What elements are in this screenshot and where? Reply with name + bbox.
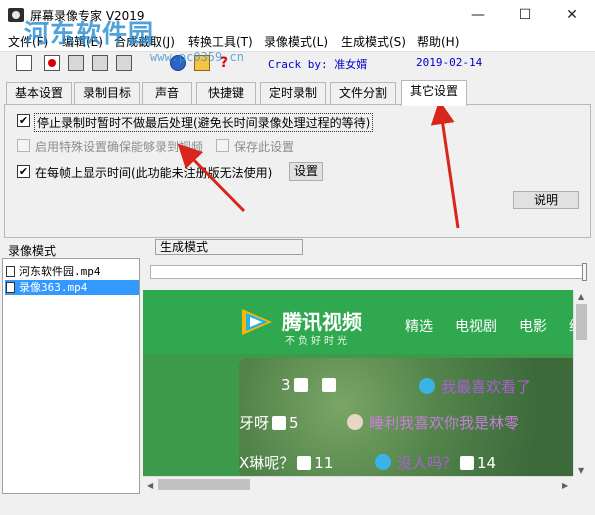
thumbs-up-icon — [460, 456, 475, 470]
record-icon[interactable] — [44, 55, 60, 71]
settings-button[interactable]: 设置 — [289, 162, 323, 181]
brand-name: 腾讯视频 — [282, 310, 362, 334]
danmaku-comment: X琳呢？ 11 — [239, 454, 334, 472]
save-settings-checkbox[interactable] — [216, 139, 229, 152]
menu-convert[interactable]: 转换工具(T) — [188, 33, 253, 50]
stop-processing-checkbox[interactable]: ✔ — [17, 114, 30, 127]
file-icon — [6, 282, 15, 293]
scroll-right-arrow-icon[interactable]: ▶ — [562, 481, 568, 490]
tab-scheduled-record[interactable]: 定时录制 — [260, 82, 326, 106]
watermark-text: 河东软件园 — [24, 19, 155, 48]
output-mode-label: 生成模式 — [155, 239, 303, 255]
file-name: 录像363.mp4 — [19, 281, 88, 294]
danmaku-comment: 我最喜欢看了 — [419, 376, 531, 397]
crack-credit: Crack by: 准女婿 — [268, 58, 368, 71]
thumbs-up-icon — [293, 378, 308, 392]
scroll-down-arrow-icon[interactable]: ▼ — [578, 466, 584, 475]
thumbs-up-icon — [322, 378, 336, 392]
close-button[interactable]: ✕ — [549, 0, 595, 30]
video-preview: 腾讯视频 不负好时光 精选 电视剧 电影 综 3 我最喜欢看了 牙呀5 睡利我喜… — [143, 290, 573, 476]
help-button[interactable]: 说明 — [513, 191, 579, 209]
build-date: 2019-02-14 — [416, 56, 483, 69]
app-icon — [8, 8, 24, 22]
danmaku-comment: 牙呀 5 — [239, 414, 299, 432]
stop-icon[interactable] — [92, 55, 108, 71]
nav-movies[interactable]: 电影 — [519, 316, 547, 336]
brand-slogan: 不负好时光 — [285, 336, 350, 347]
show-time-label: 在每帧上显示时间(此功能未注册版无法使用) — [35, 166, 273, 180]
vip-badge-icon — [419, 378, 435, 394]
tab-file-split[interactable]: 文件分割 — [330, 82, 396, 106]
tab-other-settings[interactable]: 其它设置 — [401, 80, 467, 106]
file-name: 河东软件园.mp4 — [19, 265, 101, 278]
list-item-selected[interactable]: 录像363.mp4 — [5, 280, 139, 295]
danmaku-comment: 3 — [281, 376, 311, 394]
thumbs-up-icon — [272, 416, 287, 430]
new-file-icon[interactable] — [16, 55, 32, 71]
tab-hotkeys[interactable]: 快捷键 — [196, 82, 256, 106]
menu-record-mode[interactable]: 录像模式(L) — [264, 33, 328, 50]
scroll-left-arrow-icon[interactable]: ◀ — [147, 481, 153, 490]
pause-icon[interactable] — [68, 55, 84, 71]
danmaku-comment: 没人吗？ 14 — [375, 452, 496, 473]
nav-tv-series[interactable]: 电视剧 — [455, 316, 497, 336]
vip-badge-icon — [375, 454, 391, 470]
menu-output-mode[interactable]: 生成模式(S) — [341, 33, 406, 50]
tab-basic-settings[interactable]: 基本设置 — [6, 82, 72, 106]
danmaku-comment — [319, 376, 339, 394]
minimize-button[interactable]: — — [455, 0, 501, 30]
tab-sound[interactable]: 声音 — [142, 82, 192, 106]
special-settings-label: 启用特殊设置确保能够录到视频 — [35, 140, 204, 154]
stop-processing-label: 停止录制时暂时不做最后处理(避免长时间录像处理过程的等待) — [34, 113, 374, 132]
show-time-checkbox[interactable]: ✔ — [17, 165, 30, 178]
playback-progress-handle[interactable] — [582, 263, 587, 281]
horizontal-scroll-thumb[interactable] — [158, 479, 250, 490]
file-icon — [6, 266, 15, 277]
tencent-video-header: 腾讯视频 不负好时光 精选 电视剧 电影 综 — [143, 290, 573, 354]
menu-help[interactable]: 帮助(H) — [417, 33, 459, 50]
recording-file-list[interactable]: 河东软件园.mp4 录像363.mp4 — [2, 258, 140, 494]
special-settings-checkbox[interactable] — [17, 139, 30, 152]
danmaku-comment: 睡利我喜欢你我是林零 — [347, 412, 519, 433]
vertical-scroll-thumb[interactable] — [576, 304, 587, 340]
avatar-icon — [347, 414, 363, 430]
playback-progress-track[interactable] — [150, 265, 586, 279]
watermark-url: www.pc0359.cn — [150, 50, 244, 64]
maximize-button[interactable]: ☐ — [502, 0, 548, 30]
video-banner: 3 我最喜欢看了 牙呀 5 睡利我喜欢你我是林零 X琳呢？ 11 没人吗？ 14 — [239, 358, 573, 476]
list-item[interactable]: 河东软件园.mp4 — [5, 264, 139, 279]
file-list-header: 录像模式 — [8, 244, 57, 258]
tab-record-target[interactable]: 录制目标 — [74, 82, 140, 106]
thumbs-up-icon — [297, 456, 312, 470]
save-settings-label: 保存此设置 — [234, 140, 295, 154]
play-icon[interactable] — [116, 55, 132, 71]
tencent-video-logo-icon — [242, 309, 272, 335]
nav-featured[interactable]: 精选 — [405, 316, 433, 336]
scroll-up-arrow-icon[interactable]: ▲ — [578, 292, 584, 301]
